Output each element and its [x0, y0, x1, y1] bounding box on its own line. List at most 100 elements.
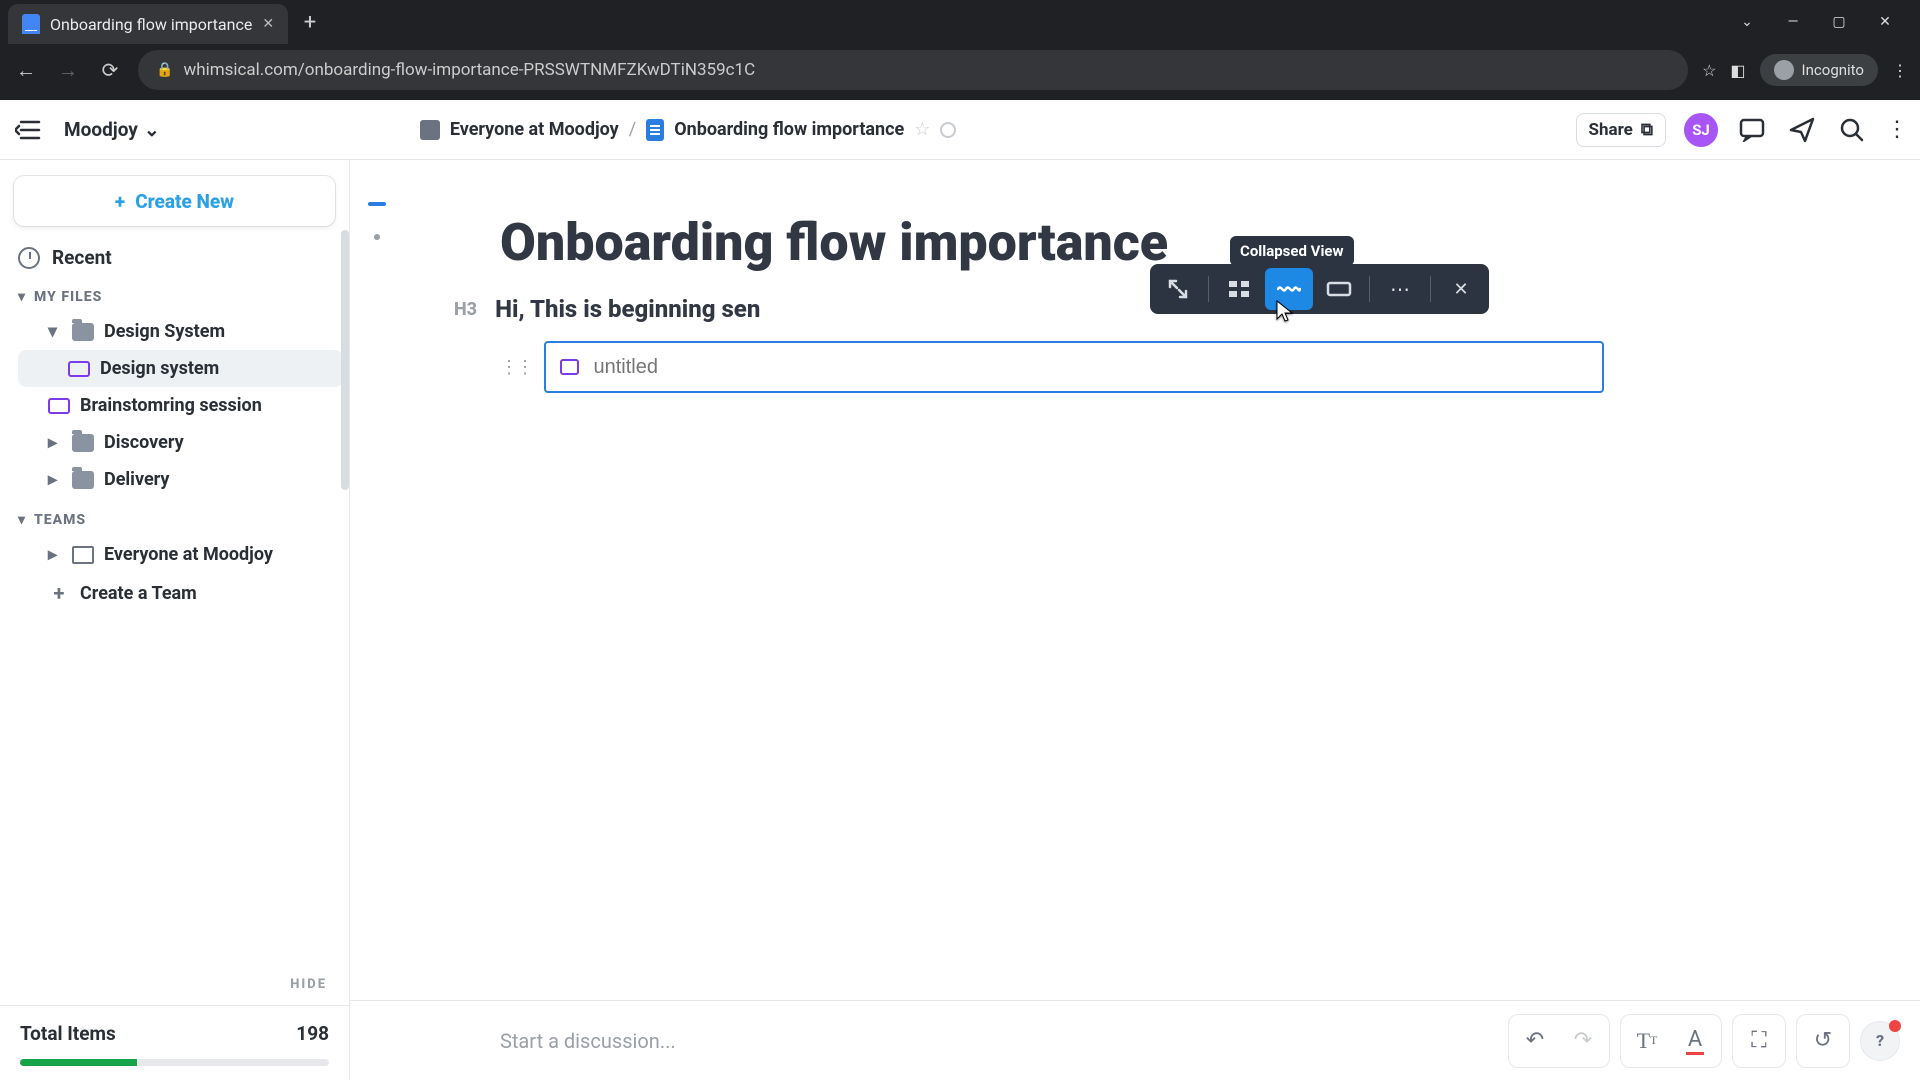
board-icon: [560, 359, 579, 375]
tab-close-icon[interactable]: ✕: [262, 16, 274, 32]
tooltip: Collapsed View: [1230, 236, 1354, 266]
grid-view-button[interactable]: [1215, 268, 1263, 310]
avatar[interactable]: SJ: [1684, 113, 1718, 147]
board-icon: [48, 398, 70, 414]
browser-menu-icon[interactable]: ⋮: [1892, 61, 1908, 80]
block-toolbar: ⋯ ✕: [1150, 264, 1489, 314]
help-button[interactable]: ?: [1860, 1021, 1900, 1061]
my-files-label: MY FILES: [34, 289, 102, 305]
plus-icon: +: [115, 190, 125, 213]
document-canvas[interactable]: Onboarding flow importance H3 Hi, This i…: [350, 160, 1920, 1080]
tree-label: Everyone at Moodjoy: [104, 544, 273, 565]
bookmark-icon[interactable]: ☆: [1702, 61, 1716, 80]
share-button[interactable]: Share ⧉: [1576, 113, 1666, 147]
url-field[interactable]: 🔒 whimsical.com/onboarding-flow-importan…: [138, 50, 1688, 90]
caret-right-icon: ▸: [48, 432, 62, 453]
expand-view-button[interactable]: [1154, 268, 1202, 310]
text-style-button[interactable]: TT: [1625, 1019, 1669, 1063]
more-options-button[interactable]: ⋯: [1376, 268, 1424, 310]
frame-view-button[interactable]: [1315, 268, 1363, 310]
incognito-icon: [1774, 60, 1794, 80]
text-style-group: TT A: [1620, 1014, 1722, 1068]
heading-text[interactable]: Hi, This is beginning sen: [495, 295, 760, 323]
close-window-icon[interactable]: ✕: [1876, 14, 1894, 30]
tree-board-brainstorm[interactable]: Brainstomring session: [0, 387, 343, 424]
team-icon: [72, 546, 94, 564]
extensions-icon[interactable]: ◧: [1730, 61, 1745, 80]
send-icon[interactable]: [1786, 114, 1818, 146]
more-menu-icon[interactable]: ⋮: [1886, 117, 1908, 142]
usage-progress: [20, 1059, 329, 1066]
version-history-button[interactable]: ↺: [1801, 1019, 1845, 1063]
sidebar: + Create New Recent ▾ MY FILES ▾ Design …: [0, 160, 350, 1080]
browser-tab[interactable]: Onboarding flow importance ✕: [8, 4, 288, 44]
total-items-row: Total Items 198: [0, 1005, 349, 1051]
maximize-icon[interactable]: ▢: [1830, 14, 1848, 30]
layout-tool-group: ⛶: [1732, 1014, 1786, 1068]
sidebar-section-my-files[interactable]: ▾ MY FILES: [0, 279, 349, 309]
breadcrumb-root[interactable]: Everyone at Moodjoy: [450, 119, 619, 140]
collapsed-view-button[interactable]: [1265, 268, 1313, 310]
tabs-dropdown-icon[interactable]: ⌄: [1738, 14, 1756, 30]
help-label: ?: [1876, 1031, 1884, 1050]
caret-right-icon: ▸: [48, 544, 62, 565]
tree-board-design-system[interactable]: Design system: [18, 350, 343, 387]
focus-mode-button[interactable]: ⛶: [1737, 1019, 1781, 1063]
drag-handle-icon[interactable]: ⋮⋮: [500, 357, 532, 378]
redo-button[interactable]: ↷: [1561, 1019, 1605, 1063]
teams-label: TEAMS: [34, 512, 86, 528]
tree-folder-discovery[interactable]: ▸ Discovery: [18, 424, 343, 461]
tab-title: Onboarding flow importance: [50, 15, 252, 34]
forward-button[interactable]: →: [54, 56, 82, 84]
embed-block[interactable]: [544, 341, 1604, 393]
address-bar: ← → ⟳ 🔒 whimsical.com/onboarding-flow-im…: [0, 44, 1920, 100]
text-color-button[interactable]: A: [1673, 1019, 1717, 1063]
window-controls: ⌄ — ▢ ✕: [1738, 14, 1912, 30]
clock-icon: [18, 247, 40, 269]
breadcrumb-doc[interactable]: Onboarding flow importance: [674, 119, 904, 140]
favorite-icon[interactable]: ☆: [914, 119, 930, 140]
undo-redo-group: ↶ ↷: [1508, 1014, 1610, 1068]
sidebar-recent[interactable]: Recent: [0, 236, 349, 279]
undo-button[interactable]: ↶: [1513, 1019, 1557, 1063]
history-tool-group: ↺: [1796, 1014, 1850, 1068]
create-team-button[interactable]: + Create a Team: [18, 573, 343, 613]
tree-label: Discovery: [104, 432, 184, 453]
discussion-input[interactable]: Start a discussion...: [500, 1029, 676, 1053]
back-button[interactable]: ←: [12, 56, 40, 84]
sync-status-icon: [940, 122, 956, 138]
incognito-badge[interactable]: Incognito: [1760, 54, 1878, 86]
tree-folder-delivery[interactable]: ▸ Delivery: [18, 461, 343, 498]
breadcrumb-separator: /: [629, 119, 636, 140]
team-icon: [420, 120, 440, 140]
avatar-initials: SJ: [1692, 121, 1710, 139]
hide-sidebar-label[interactable]: HIDE: [290, 977, 327, 992]
minimize-icon[interactable]: —: [1784, 14, 1802, 30]
comments-icon[interactable]: [1736, 114, 1768, 146]
total-items-label: Total Items: [20, 1022, 116, 1045]
chevron-down-icon: ▾: [18, 289, 26, 305]
embed-title-input[interactable]: [593, 356, 1588, 379]
caret-down-icon: ▾: [48, 321, 62, 342]
chevron-down-icon: ▾: [18, 512, 26, 528]
tree-label: Design system: [100, 358, 219, 379]
tree-label: Delivery: [104, 469, 169, 490]
tree-folder-design-system[interactable]: ▾ Design System: [18, 313, 343, 350]
share-label: Share: [1589, 120, 1633, 140]
search-icon[interactable]: [1836, 114, 1868, 146]
outline-marker-icon[interactable]: [374, 234, 380, 240]
chevron-down-icon: ⌄: [144, 118, 160, 141]
workspace-switcher[interactable]: Moodjoy ⌄: [64, 118, 160, 141]
sidebar-toggle-button[interactable]: [12, 113, 46, 147]
recent-label: Recent: [52, 246, 112, 269]
reload-button[interactable]: ⟳: [96, 56, 124, 84]
tree-team-everyone[interactable]: ▸ Everyone at Moodjoy: [18, 536, 343, 573]
outline-marker-icon[interactable]: [368, 202, 386, 206]
create-new-button[interactable]: + Create New: [14, 176, 335, 226]
tree-label: Brainstomring session: [80, 395, 262, 416]
app-bar: Moodjoy ⌄ Everyone at Moodjoy / Onboardi…: [0, 100, 1920, 160]
close-toolbar-button[interactable]: ✕: [1437, 268, 1485, 310]
sidebar-section-teams[interactable]: ▾ TEAMS: [0, 502, 349, 532]
folder-icon: [72, 471, 94, 489]
new-tab-button[interactable]: +: [294, 10, 326, 35]
